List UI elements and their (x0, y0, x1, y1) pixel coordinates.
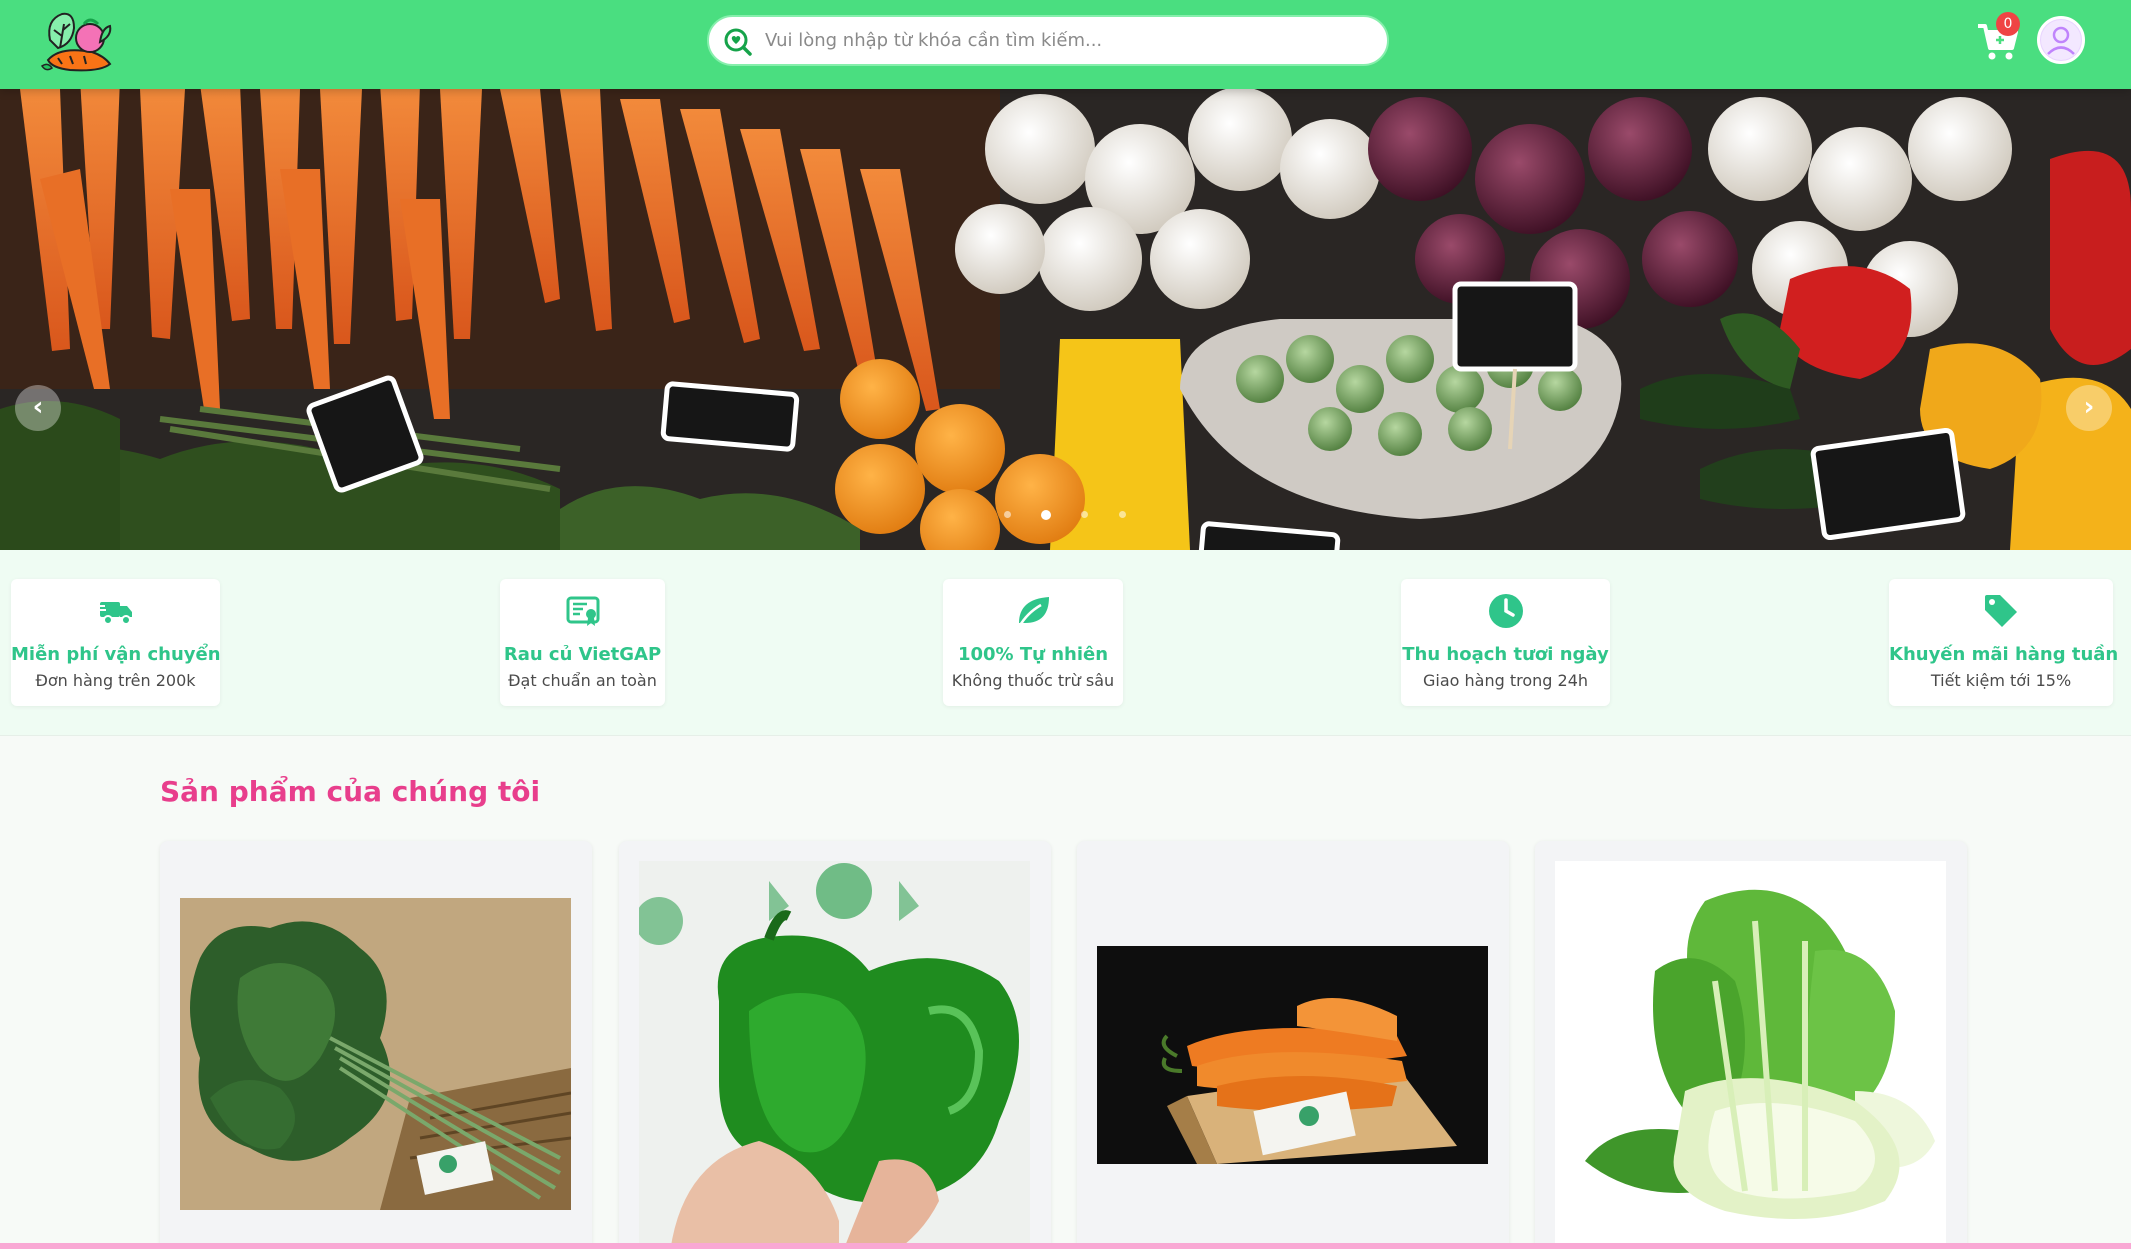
tag-icon (1981, 591, 2021, 631)
carousel-dots (995, 507, 1135, 523)
carousel-dot-2[interactable] (1041, 510, 1051, 520)
search-input[interactable] (765, 17, 1365, 64)
feature-title: Khuyến mãi hàng tuần (1889, 644, 2119, 665)
carousel-prev-button[interactable]: ‹ (15, 385, 61, 431)
product-card-carrot[interactable] (1077, 841, 1509, 1249)
feature-title: 100% Tự nhiên (957, 644, 1109, 665)
clock-icon (1486, 591, 1526, 631)
certificate-icon (563, 591, 603, 631)
vegetable-logo-icon[interactable] (40, 6, 116, 78)
features-bar: Miễn phí vận chuyển Đơn hàng trên 200k R… (0, 550, 2131, 736)
feature-subtitle: Giao hàng trong 24h (1422, 671, 1589, 690)
header: 0 (0, 0, 2131, 89)
feature-fresh-harvest: Thu hoạch tươi ngày Giao hàng trong 24h (1401, 579, 1610, 706)
feature-subtitle: Đơn hàng trên 200k (35, 671, 196, 690)
search-heart-icon[interactable] (723, 27, 753, 57)
carousel-dot-4[interactable] (1119, 511, 1126, 518)
feature-subtitle: Tiết kiệm tới 15% (1930, 671, 2072, 690)
carousel-dot-3[interactable] (1081, 511, 1088, 518)
search-bar (707, 15, 1389, 66)
carousel-dot-1[interactable] (1004, 511, 1011, 518)
hero-banner: ‹ › (0, 89, 2131, 550)
feature-title: Thu hoạch tươi ngày (1402, 644, 1609, 665)
truck-icon (96, 591, 136, 631)
feature-title: Rau củ VietGAP (503, 644, 662, 665)
feature-natural: 100% Tự nhiên Không thuốc trừ sâu (943, 579, 1123, 706)
carrot-image (1097, 946, 1488, 1164)
cart-count-badge: 0 (1996, 12, 2020, 36)
feature-free-shipping: Miễn phí vận chuyển Đơn hàng trên 200k (11, 579, 221, 706)
feature-vietgap: Rau củ VietGAP Đạt chuẩn an toàn (500, 579, 665, 706)
product-card-green-pepper[interactable] (619, 841, 1051, 1249)
feature-title: Miễn phí vận chuyển (11, 644, 221, 665)
products-section-title: Sản phẩm của chúng tôi (160, 775, 541, 808)
feature-subtitle: Không thuốc trừ sâu (951, 671, 1115, 690)
vegetable-market-photo (0, 89, 2131, 550)
feature-weekly-promo: Khuyến mãi hàng tuần Tiết kiệm tới 15% (1889, 579, 2119, 706)
green-pepper-image (639, 861, 1030, 1249)
user-avatar-icon[interactable] (2037, 16, 2085, 64)
footer-divider (0, 1243, 2131, 1249)
product-card-bok-choy[interactable] (1535, 841, 1967, 1249)
feature-subtitle: Đạt chuẩn an toàn (508, 671, 657, 690)
leaf-icon (1013, 591, 1053, 631)
product-card-kale[interactable] (160, 841, 592, 1249)
kale-image (180, 898, 571, 1210)
bok-choy-image (1555, 861, 1946, 1249)
carousel-next-button[interactable]: › (2066, 385, 2112, 431)
